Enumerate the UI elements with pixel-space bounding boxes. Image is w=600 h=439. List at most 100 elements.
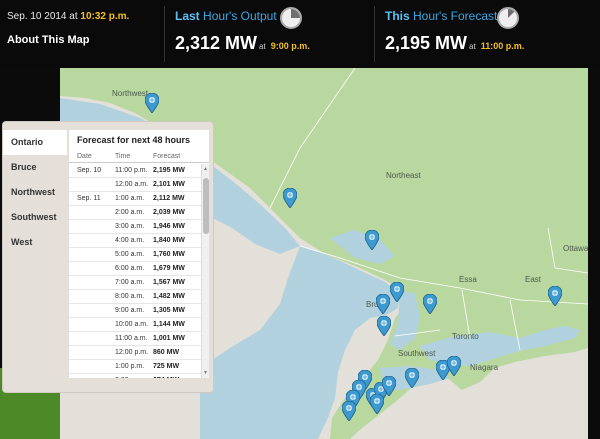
region-label-essa: Essa xyxy=(459,275,477,284)
row-time: 1:00 p.m. xyxy=(115,363,145,370)
row-forecast: 1,679 MW xyxy=(153,265,185,272)
wind-farm-pin-icon[interactable] xyxy=(382,376,396,396)
row-forecast: 1,760 MW xyxy=(153,251,185,258)
wind-farm-pin-icon[interactable] xyxy=(447,356,461,376)
forecast-title: Forecast for next 48 hours xyxy=(77,135,191,145)
row-date: Sep. 11 xyxy=(77,195,101,202)
region-label-east: East xyxy=(525,275,542,284)
table-row: 8:00 a.m. 1,482 MW xyxy=(69,290,201,304)
this-hour-forecast-value: 2,195 MW at 11:00 p.m. xyxy=(385,33,525,53)
region-label-toronto: Toronto xyxy=(452,332,479,341)
tab-bruce[interactable]: Bruce xyxy=(3,155,67,180)
wind-farm-pin-icon[interactable] xyxy=(377,316,391,336)
tab-ontario[interactable]: Ontario xyxy=(3,130,67,155)
row-time: 8:00 a.m. xyxy=(115,293,145,300)
region-label-southwest: Southwest xyxy=(398,349,436,358)
table-row: 2:00 a.m. 2,039 MW xyxy=(69,206,201,220)
row-date: Sep. 10 xyxy=(77,167,102,174)
region-label-northeast: Northeast xyxy=(386,171,421,180)
wind-farm-pin-icon[interactable] xyxy=(283,188,297,208)
forecast-panel: Ontario Bruce Northwest Southwest West F… xyxy=(2,121,214,393)
row-time: 12:00 a.m. xyxy=(115,181,149,188)
scroll-thumb[interactable] xyxy=(203,178,209,234)
row-forecast: 1,840 MW xyxy=(153,237,185,244)
last-hour-output-value: 2,312 MW at 9:00 p.m. xyxy=(175,33,310,53)
row-time: 10:00 a.m. xyxy=(115,321,149,328)
column-date: Date xyxy=(77,153,92,160)
tab-southwest[interactable]: Southwest xyxy=(3,205,67,230)
row-time: 1:00 a.m. xyxy=(115,195,145,202)
forecast-table-body[interactable]: Sep. 10 11:00 p.m. 2,195 MW 12:00 a.m. 2,101… xyxy=(69,164,201,378)
table-row: 12:00 p.m. 860 MW xyxy=(69,346,201,360)
header-bar: Sep. 10 2014 at 10:32 p.m. About This Ma… xyxy=(0,0,600,68)
wind-farm-pin-icon[interactable] xyxy=(405,368,419,388)
wind-farm-pin-icon[interactable] xyxy=(390,282,404,302)
row-time: 11:00 p.m. xyxy=(115,167,148,174)
row-time: 9:00 a.m. xyxy=(115,307,145,314)
about-this-map-link[interactable]: About This Map xyxy=(7,34,129,46)
table-row: 6:00 a.m. 1,679 MW xyxy=(69,262,201,276)
table-row: 7:00 a.m. 1,567 MW xyxy=(69,276,201,290)
row-forecast: 725 MW xyxy=(153,363,180,370)
region-tabs: Ontario Bruce Northwest Southwest West xyxy=(3,130,67,255)
tab-northwest[interactable]: Northwest xyxy=(3,180,67,205)
header-divider xyxy=(164,6,165,62)
row-forecast: 2,112 MW xyxy=(153,195,185,202)
row-time: 6:00 a.m. xyxy=(115,265,145,272)
header-left: Sep. 10 2014 at 10:32 p.m. About This Ma… xyxy=(7,11,129,46)
row-forecast: 1,946 MW xyxy=(153,223,185,230)
wind-farm-pin-icon[interactable] xyxy=(548,286,562,306)
wind-farm-pin-icon[interactable] xyxy=(365,230,379,250)
forecast-scrollbar[interactable]: ▲ ▼ xyxy=(201,164,209,378)
row-forecast: 674 MW xyxy=(153,377,179,378)
wind-farm-pin-icon[interactable] xyxy=(423,294,437,314)
row-time: 11:00 a.m. xyxy=(115,335,148,342)
region-label-ottawa: Ottawa xyxy=(563,244,589,253)
table-row: 1:00 p.m. 725 MW xyxy=(69,360,201,374)
last-hour-clock-icon xyxy=(280,7,302,29)
table-row: 5:00 a.m. 1,760 MW xyxy=(69,248,201,262)
wind-farm-pin-icon[interactable] xyxy=(376,294,390,314)
row-forecast: 1,482 MW xyxy=(153,293,185,300)
column-time: Time xyxy=(115,153,131,160)
row-forecast: 2,101 MW xyxy=(153,181,185,188)
tab-west[interactable]: West xyxy=(3,230,67,255)
current-datetime: Sep. 10 2014 at 10:32 p.m. xyxy=(7,11,130,22)
row-forecast: 1,567 MW xyxy=(153,279,185,286)
table-row: 11:00 a.m. 1,001 MW xyxy=(69,332,201,346)
header-divider xyxy=(374,6,375,62)
row-forecast: 860 MW xyxy=(153,349,180,356)
row-forecast: 1,305 MW xyxy=(153,307,185,314)
table-row: Sep. 10 11:00 p.m. 2,195 MW xyxy=(69,164,201,178)
wind-farm-pin-icon[interactable] xyxy=(145,93,159,113)
table-row: 2:00 p.m. 674 MW xyxy=(69,374,201,378)
table-row: 4:00 a.m. 1,840 MW xyxy=(69,234,201,248)
wind-farm-pin-icon[interactable] xyxy=(342,401,356,421)
row-time: 3:00 a.m. xyxy=(115,223,145,230)
this-hour-clock-icon xyxy=(497,7,519,29)
row-time: 4:00 a.m. xyxy=(115,237,145,244)
table-row: 9:00 a.m. 1,305 MW xyxy=(69,304,201,318)
scroll-up-icon[interactable]: ▲ xyxy=(203,166,208,172)
table-row: 3:00 a.m. 1,946 MW xyxy=(69,220,201,234)
row-time: 12:00 p.m. xyxy=(115,349,149,356)
row-time: 2:00 p.m. xyxy=(115,377,144,378)
row-forecast: 2,195 MW xyxy=(153,167,185,174)
table-row: 10:00 a.m. 1,144 MW xyxy=(69,318,201,332)
row-forecast: 1,001 MW xyxy=(153,335,185,342)
scroll-down-icon[interactable]: ▼ xyxy=(203,370,208,376)
row-time: 5:00 a.m. xyxy=(115,251,145,258)
forecast-table-header: Date Time Forecast xyxy=(69,149,209,163)
row-forecast: 2,039 MW xyxy=(153,209,185,216)
current-date: Sep. 10 2014 xyxy=(7,11,67,22)
column-forecast: Forecast xyxy=(153,153,181,160)
row-forecast: 1,144 MW xyxy=(153,321,185,328)
current-time: 10:32 p.m. xyxy=(80,11,130,22)
table-row: Sep. 11 1:00 a.m. 2,112 MW xyxy=(69,192,201,206)
region-label-niagara: Niagara xyxy=(470,363,499,372)
region-label-northwest: Northwest xyxy=(112,89,149,98)
wind-farm-pin-icon[interactable] xyxy=(370,394,384,414)
row-time: 7:00 a.m. xyxy=(115,279,145,286)
table-row: 12:00 a.m. 2,101 MW xyxy=(69,178,201,192)
forecast-table: Forecast for next 48 hours Date Time For… xyxy=(69,130,209,378)
